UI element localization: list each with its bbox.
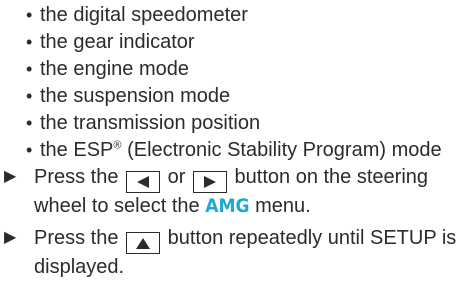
triangle-left-icon — [137, 176, 150, 188]
bullet-icon: • — [26, 59, 33, 79]
bullet-icon: • — [26, 113, 33, 133]
list-item-text: the transmission position — [40, 112, 261, 134]
list-item-text: the suspension mode — [40, 85, 231, 107]
step-text: menu. — [255, 195, 311, 217]
triangle-right-icon — [203, 176, 216, 188]
instruction-steps: ▶ Press the or button on the steering wh… — [0, 164, 466, 286]
triangle-up-icon — [136, 238, 151, 249]
list-item-text: the gear indicator — [40, 31, 195, 53]
instruction-step: ▶ Press the or button on the steering wh… — [0, 164, 466, 219]
registered-mark: ® — [113, 139, 122, 152]
list-item-text: the ESP® (Electronic Stability Program) … — [40, 137, 442, 163]
step-text: Press the — [34, 227, 119, 249]
steering-up-button-icon — [126, 232, 161, 254]
manual-page: • the digital speedometer • the gear ind… — [0, 0, 466, 292]
list-item-text: the digital speedometer — [40, 4, 248, 26]
step-arrow-icon: ▶ — [4, 168, 17, 185]
list-item-text: the engine mode — [40, 58, 190, 80]
step-arrow-icon: ▶ — [4, 229, 17, 246]
bullet-icon: • — [26, 5, 33, 25]
steering-right-button-icon — [192, 171, 227, 193]
amg-menu-name: AMG — [205, 195, 250, 217]
steering-left-button-icon — [126, 171, 161, 193]
instruction-step: ▶ Press the button repeatedly until SETU… — [0, 225, 466, 280]
bullet-icon: • — [26, 86, 33, 106]
esp-label: the ESP — [40, 139, 114, 161]
step-text: Press the — [34, 166, 119, 188]
esp-description: (Electronic Stability Program) mode — [127, 139, 442, 161]
bullet-icon: • — [26, 32, 33, 52]
step-text: or — [167, 166, 186, 188]
bullet-icon: • — [26, 140, 33, 160]
